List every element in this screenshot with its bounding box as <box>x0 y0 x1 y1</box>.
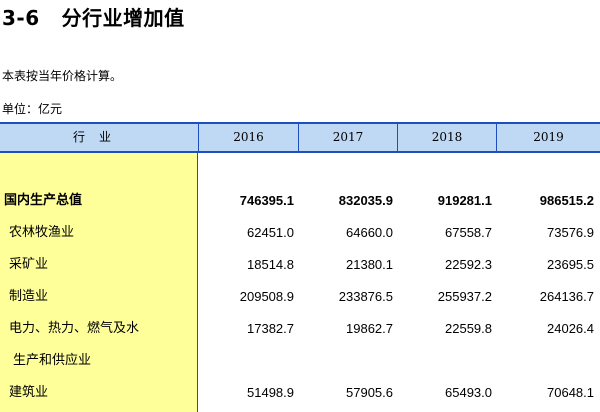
cell-2016: 746395.1 <box>239 193 294 208</box>
header-industry: 行业 <box>72 130 125 144</box>
table-row: 建筑业 51498.9 57905.6 65493.0 70648.1 <box>0 377 600 409</box>
row-label: 制造业 <box>9 289 49 304</box>
cell-2016: 17382.7 <box>247 321 294 336</box>
header-2018: 2018 <box>397 124 496 151</box>
row-label: 建筑业 <box>9 385 49 400</box>
row-label: 国内生产总值 <box>4 193 83 208</box>
cell-2017: 57905.6 <box>346 385 393 400</box>
row-label: 生产和供应业 <box>13 353 92 368</box>
table-row: 制造业 209508.9 233876.5 255937.2 264136.7 <box>0 281 600 313</box>
table-row: 农林牧渔业 62451.0 64660.0 67558.7 73576.9 <box>0 217 600 249</box>
cell-2018: 22592.3 <box>445 257 492 272</box>
table-unit: 单位：亿元 <box>2 102 63 116</box>
cell-2018: 919281.1 <box>437 193 492 208</box>
cell-2017: 64660.0 <box>346 225 393 240</box>
table-number: 3-6 <box>2 6 40 30</box>
cell-2018: 67558.7 <box>445 225 492 240</box>
row-label: 农林牧渔业 <box>9 225 75 240</box>
cell-2017: 832035.9 <box>338 193 393 208</box>
table-title: 3-6 分行业增加值 <box>2 2 185 31</box>
cell-2016: 18514.8 <box>247 257 294 272</box>
table-row-gdp: 国内生产总值 746395.1 832035.9 919281.1 986515… <box>0 185 600 217</box>
row-label: 采矿业 <box>9 257 49 272</box>
cell-2019: 986515.2 <box>539 193 594 208</box>
cell-2017: 233876.5 <box>338 289 393 304</box>
header-2019: 2019 <box>496 124 600 151</box>
table-title-text: 分行业增加值 <box>61 6 185 30</box>
cell-2019: 23695.5 <box>547 257 594 272</box>
cell-2016: 51498.9 <box>247 385 294 400</box>
table-row: 生产和供应业 <box>0 345 600 377</box>
table-note: 本表按当年价格计算。 <box>2 69 123 83</box>
cell-2018: 22559.8 <box>445 321 492 336</box>
table-header-row: 行业 2016 2017 2018 2019 <box>0 122 600 153</box>
cell-2019: 264136.7 <box>539 289 594 304</box>
statistics-page: 3-6 分行业增加值 本表按当年价格计算。 单位：亿元 行业 2016 2017 … <box>0 0 600 412</box>
cell-2016: 209508.9 <box>239 289 294 304</box>
header-2017: 2017 <box>298 124 397 151</box>
table-row: 采矿业 18514.8 21380.1 22592.3 23695.5 <box>0 249 600 281</box>
cell-2017: 21380.1 <box>346 257 393 272</box>
cell-2018: 65493.0 <box>445 385 492 400</box>
cell-2019: 70648.1 <box>547 385 594 400</box>
row-label: 电力、热力、燃气及水 <box>9 321 140 336</box>
cell-2019: 24026.4 <box>547 321 594 336</box>
cell-2018: 255937.2 <box>437 289 492 304</box>
cell-2019: 73576.9 <box>547 225 594 240</box>
header-2016: 2016 <box>198 124 298 151</box>
table-row: 电力、热力、燃气及水 17382.7 19862.7 22559.8 24026… <box>0 313 600 345</box>
cell-2017: 19862.7 <box>346 321 393 336</box>
cell-2016: 62451.0 <box>247 225 294 240</box>
